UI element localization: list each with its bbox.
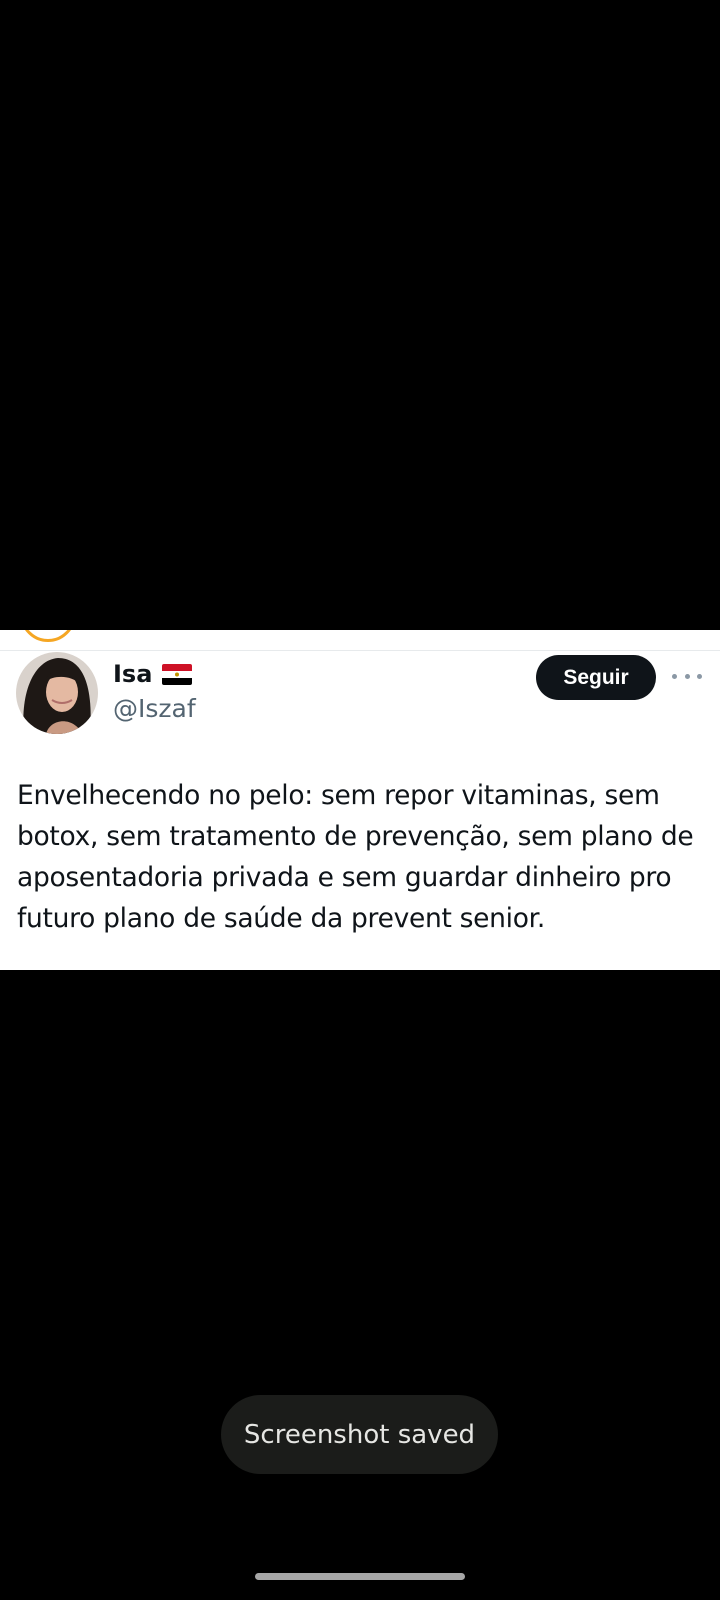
previous-tweet-fragment bbox=[0, 630, 720, 651]
avatar-image bbox=[16, 652, 98, 734]
tweet-card: Isa @Iszaf Seguir Envelhecendo no pelo: … bbox=[0, 630, 720, 970]
screen: Isa @Iszaf Seguir Envelhecendo no pelo: … bbox=[0, 0, 720, 1600]
home-indicator[interactable] bbox=[255, 1573, 465, 1580]
avatar[interactable] bbox=[16, 652, 98, 734]
avatar-ring-fragment bbox=[20, 630, 76, 642]
screenshot-toast: Screenshot saved bbox=[221, 1395, 498, 1474]
author-name-row[interactable]: Isa bbox=[113, 660, 193, 688]
more-options-icon[interactable] bbox=[672, 666, 702, 686]
display-name[interactable]: Isa bbox=[113, 660, 152, 688]
tweet-text: Envelhecendo no pelo: sem repor vitamina… bbox=[17, 780, 694, 934]
egypt-flag-icon bbox=[162, 663, 193, 685]
user-handle[interactable]: @Iszaf bbox=[113, 694, 196, 723]
follow-button[interactable]: Seguir bbox=[536, 655, 656, 700]
